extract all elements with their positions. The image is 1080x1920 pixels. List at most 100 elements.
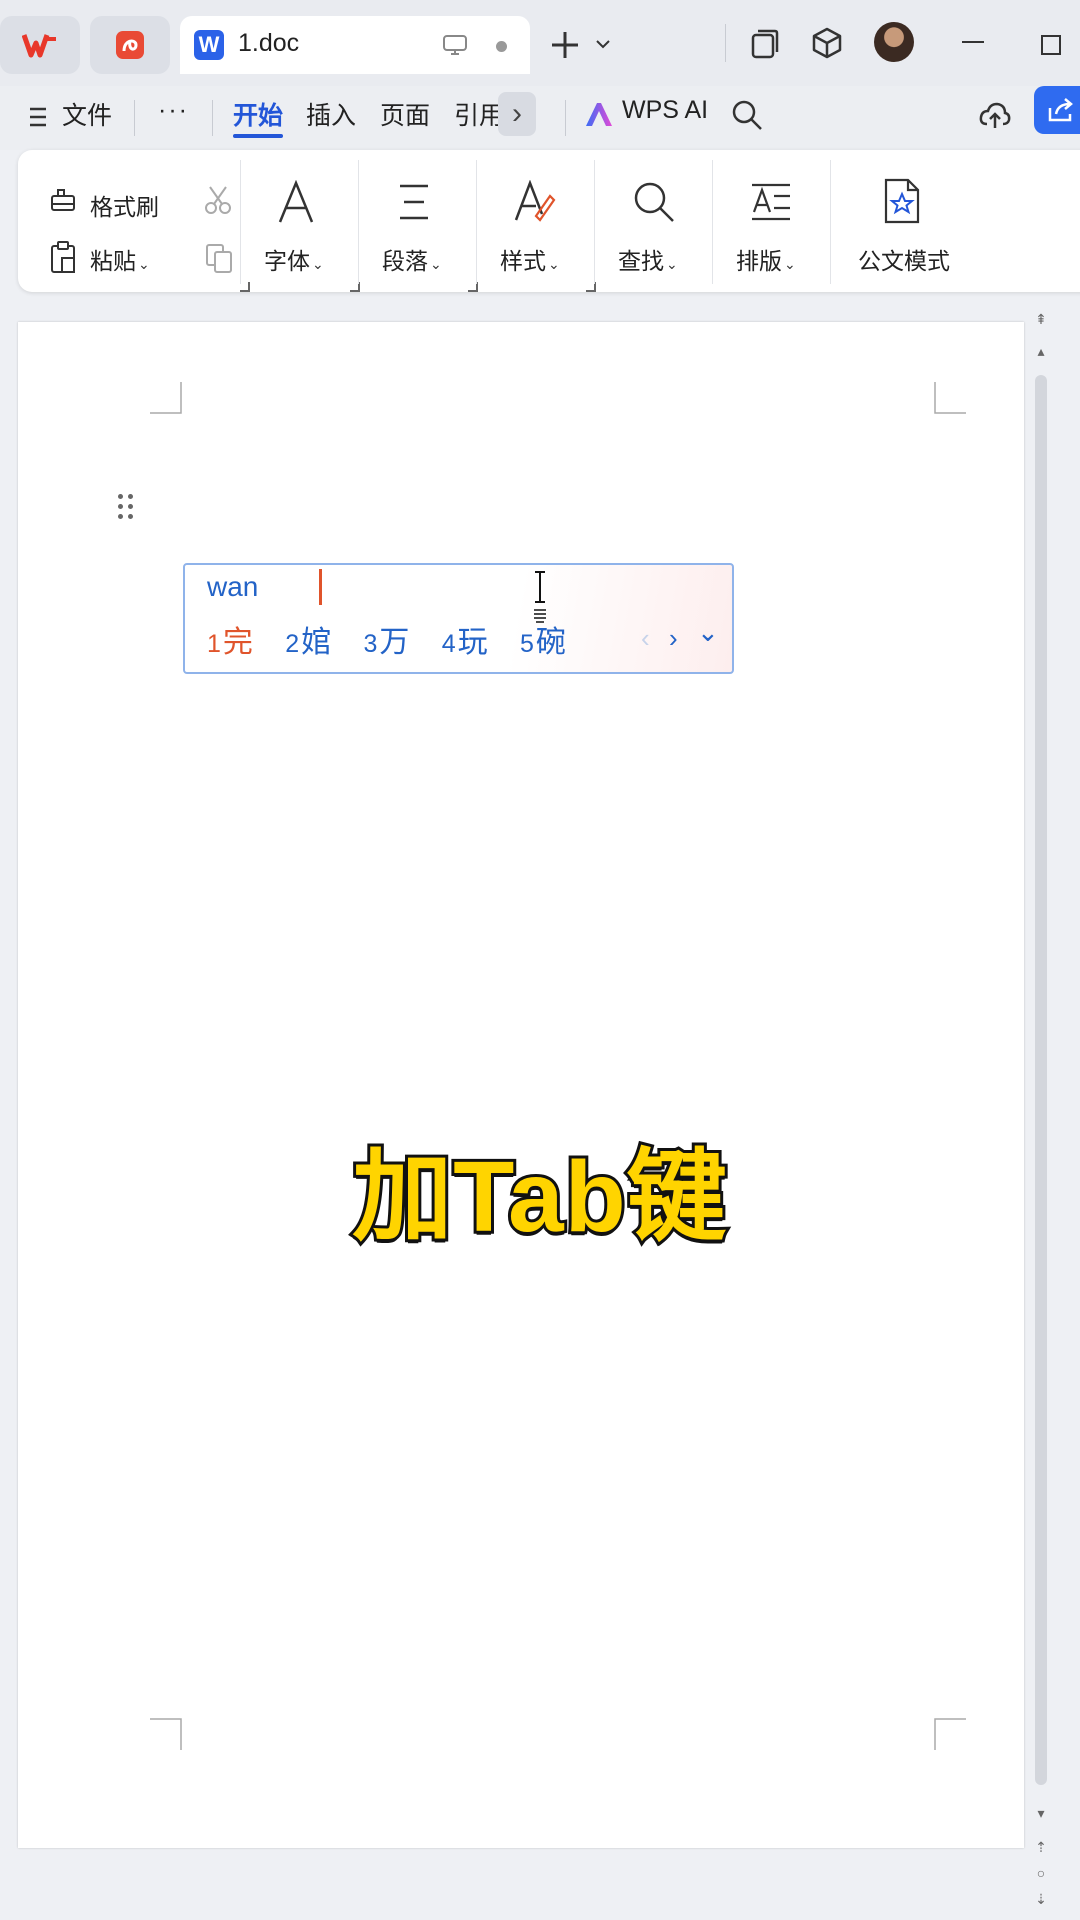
paste-button[interactable]: 粘贴 ⌄ — [90, 242, 150, 276]
document-page[interactable] — [18, 322, 1024, 1848]
document-area — [0, 300, 1080, 1920]
document-tab-title: 1.doc — [238, 29, 300, 57]
ribbon-divider — [358, 160, 359, 284]
styles-icon — [514, 180, 556, 222]
ribbon-divider — [594, 160, 595, 284]
copy-icon[interactable] — [204, 242, 234, 274]
ime-candidate-number: 4 — [441, 630, 456, 658]
title-bar: W 1.doc — [0, 0, 1080, 86]
cut-icon[interactable] — [202, 184, 234, 216]
paragraph-dropdown-icon: ⌄ — [430, 256, 442, 272]
ime-candidate-window: wan 1完 2婠 3万 4玩 5碗 ‹ › ⌄ — [183, 563, 734, 674]
tab-insert[interactable]: 插入 — [306, 96, 356, 132]
find-icon — [634, 182, 674, 222]
format-painter-icon — [51, 189, 75, 211]
layout-icon — [752, 183, 790, 221]
ime-prev-page-icon[interactable]: ‹ — [641, 623, 650, 654]
chevron-right-icon[interactable]: › — [498, 92, 536, 136]
paste-icon — [51, 241, 75, 273]
ime-next-page-icon[interactable]: › — [669, 623, 678, 654]
unsaved-dot-icon — [496, 41, 507, 52]
menu-file[interactable]: 文件 — [62, 96, 112, 132]
wps-ai-button[interactable]: WPS AI — [622, 96, 708, 125]
ribbon-divider — [712, 160, 713, 284]
pdf-app-tab[interactable] — [90, 16, 170, 74]
ime-candidate-text: 婠 — [301, 626, 332, 659]
scroll-up-icon[interactable]: ▴ — [1030, 340, 1052, 362]
ime-candidate-text: 玩 — [457, 626, 488, 659]
share-button[interactable] — [1034, 86, 1080, 134]
paragraph-button[interactable]: 段落 ⌄ — [382, 242, 442, 276]
ime-candidate[interactable]: 1完 — [207, 617, 253, 661]
video-caption: 加Tab键 — [349, 1138, 729, 1256]
maximize-icon[interactable] — [1040, 34, 1062, 56]
ime-candidate[interactable]: 2婠 — [285, 617, 331, 661]
wps-logo-icon — [22, 34, 56, 58]
ime-candidate-text: 完 — [222, 626, 253, 659]
clipboard-group: 格式刷 粘贴 ⌄ — [48, 158, 250, 292]
ime-candidate[interactable]: 4玩 — [442, 617, 488, 661]
scroll-prev-page-icon[interactable]: ⇡ — [1030, 1836, 1052, 1858]
font-icon — [278, 180, 314, 223]
ime-candidate-number: 2 — [285, 630, 300, 658]
crop-mark-top-right — [934, 382, 966, 414]
styles-button[interactable]: 样式 ⌄ — [500, 242, 560, 276]
window-tile-icon[interactable] — [750, 28, 780, 60]
tab-references[interactable]: 引用 — [454, 96, 500, 132]
active-tab-indicator — [233, 134, 283, 138]
select-browse-object-icon[interactable]: ○ — [1030, 1862, 1052, 1884]
tab-home[interactable]: 开始 — [233, 96, 283, 132]
ime-candidate-text: 碗 — [535, 626, 566, 659]
ibeam-cursor-icon — [534, 571, 546, 623]
official-mode-button[interactable]: 公文模式 — [858, 242, 950, 276]
ime-candidate-number: 1 — [207, 630, 221, 658]
vertical-scrollbar[interactable]: ⇞ ▴ ▾ ⇡ ○ ⇣ — [1030, 300, 1052, 1920]
wps-home-tab[interactable] — [0, 16, 80, 74]
official-doc-icon — [884, 178, 920, 224]
styles-group[interactable]: 样式 ⌄ — [484, 158, 596, 292]
crop-mark-bottom-right — [934, 1718, 966, 1750]
crop-mark-bottom-left — [150, 1718, 182, 1750]
find-group[interactable]: 查找 ⌄ — [602, 158, 712, 284]
styles-label: 样式 — [500, 248, 546, 274]
chevron-down-icon[interactable] — [594, 36, 612, 52]
ribbon-divider — [830, 160, 831, 284]
paragraph-drag-handle-icon[interactable] — [118, 494, 138, 524]
ime-candidate[interactable]: 3万 — [364, 617, 410, 661]
monitor-icon[interactable] — [442, 32, 468, 58]
titlebar-divider — [725, 24, 726, 62]
layout-group[interactable]: 排版 ⌄ — [720, 158, 830, 284]
cloud-upload-icon[interactable] — [978, 98, 1012, 132]
tab-page[interactable]: 页面 — [380, 96, 430, 132]
menu-divider — [212, 100, 213, 136]
find-button[interactable]: 查找 ⌄ — [618, 242, 678, 276]
official-mode-group[interactable]: 公文模式 — [838, 158, 978, 284]
font-dropdown-icon: ⌄ — [312, 256, 324, 272]
ime-pinyin-input: wan — [207, 571, 259, 602]
scroll-prev-page-icon[interactable]: ⇞ — [1030, 308, 1052, 330]
font-group[interactable]: 字体 ⌄ — [248, 158, 360, 292]
crop-mark-top-left — [150, 382, 182, 414]
minimize-icon[interactable] — [962, 40, 984, 44]
menu-more[interactable]: ··· — [158, 96, 189, 125]
scrollbar-thumb[interactable] — [1035, 375, 1047, 1785]
avatar[interactable] — [874, 22, 914, 62]
document-tab[interactable]: W 1.doc — [180, 16, 530, 74]
add-tab-icon[interactable] — [548, 28, 582, 62]
ime-expand-icon[interactable]: ⌄ — [697, 617, 719, 648]
wps-ai-icon — [586, 103, 612, 126]
scroll-next-page-icon[interactable]: ⇣ — [1030, 1888, 1052, 1910]
paragraph-group[interactable]: 段落 ⌄ — [366, 158, 478, 292]
find-dropdown-icon: ⌄ — [666, 256, 678, 272]
paragraph-icon — [400, 184, 428, 220]
search-icon[interactable] — [730, 98, 764, 132]
font-button[interactable]: 字体 ⌄ — [264, 242, 324, 276]
hamburger-icon[interactable] — [28, 106, 48, 128]
ime-candidate-text: 万 — [379, 626, 410, 659]
layout-button[interactable]: 排版 ⌄ — [736, 242, 796, 276]
scroll-down-icon[interactable]: ▾ — [1030, 1802, 1052, 1824]
ribbon-toolbar: 格式刷 粘贴 ⌄ 字体 ⌄ 段落 ⌄ 样式 ⌄ 查找 ⌄ 排版 ⌄ 公文模式 — [18, 150, 1080, 292]
format-painter-button[interactable]: 格式刷 — [90, 188, 159, 222]
package-icon[interactable] — [810, 26, 844, 60]
ribbon-divider — [240, 160, 241, 284]
